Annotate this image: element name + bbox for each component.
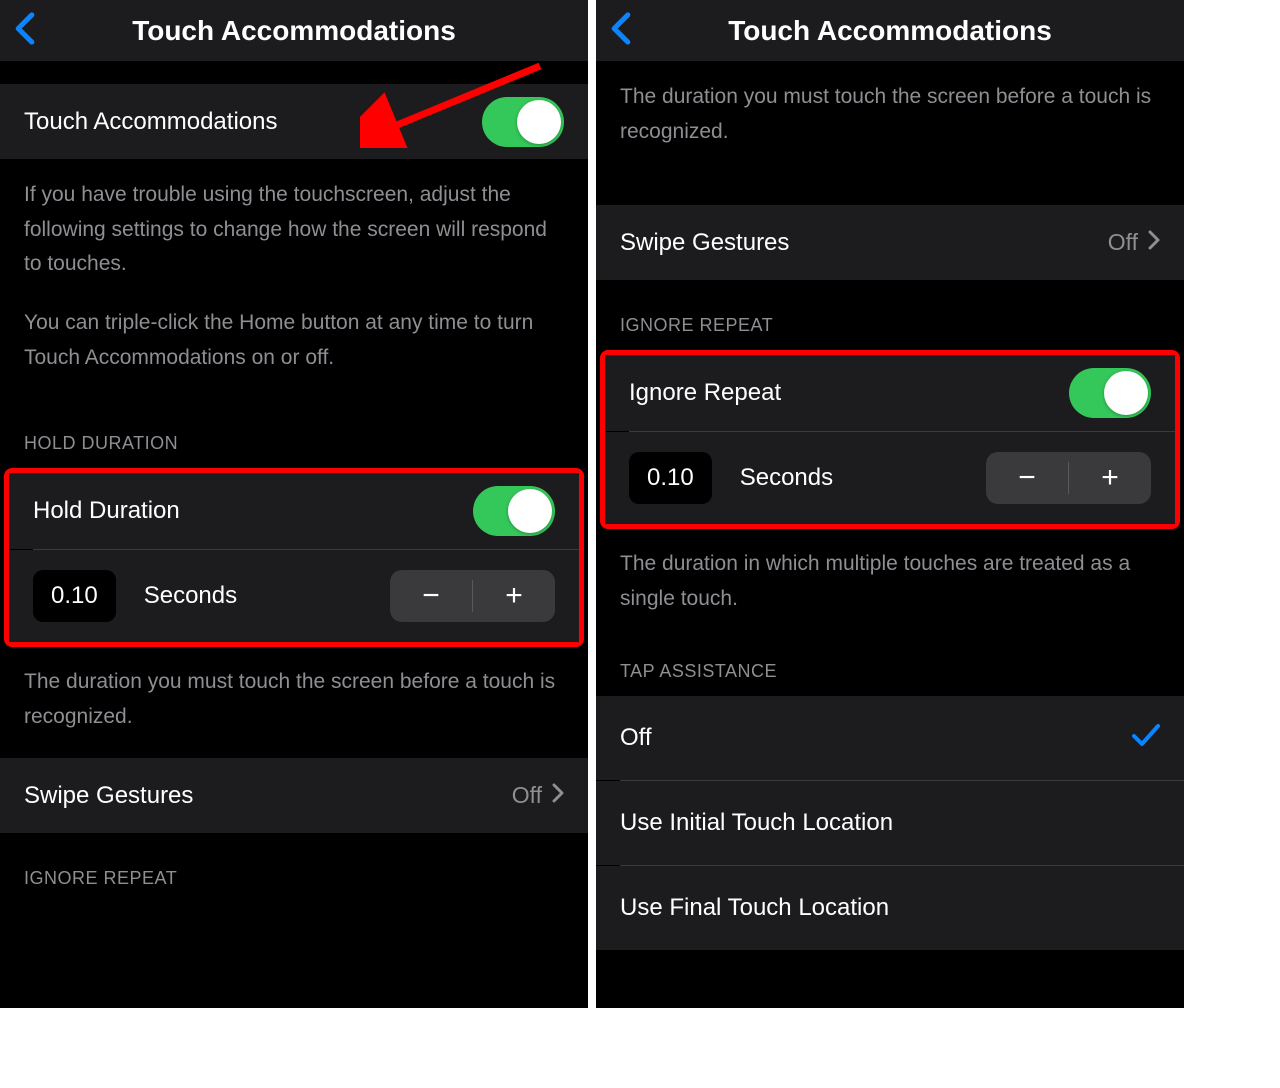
hold-duration-footer: The duration you must touch the screen b… <box>0 647 588 758</box>
hold-duration-stepper-row: 0.10 Seconds − + <box>9 550 579 642</box>
hold-duration-highlight: Hold Duration 0.10 Seconds − + <box>4 468 584 647</box>
tap-assistance-final-row[interactable]: Use Final Touch Location <box>596 866 1184 950</box>
tap-assistance-option-label: Use Final Touch Location <box>620 894 889 922</box>
ignore-repeat-row: Ignore Repeat <box>605 355 1175 431</box>
stepper-plus-button[interactable]: + <box>473 570 555 622</box>
hold-duration-toggle[interactable] <box>473 486 555 536</box>
tap-assistance-option-label: Use Initial Touch Location <box>620 809 893 837</box>
ignore-repeat-highlight: Ignore Repeat 0.10 Seconds − + <box>600 350 1180 529</box>
swipe-gestures-row[interactable]: Swipe Gestures Off <box>0 758 588 834</box>
hold-duration-stepper: − + <box>390 570 555 622</box>
swipe-gestures-value: Off <box>512 782 564 809</box>
stepper-plus-button[interactable]: + <box>1069 452 1151 504</box>
stepper-minus-button[interactable]: − <box>390 570 472 622</box>
ignore-repeat-unit: Seconds <box>740 464 958 492</box>
ignore-repeat-stepper: − + <box>986 452 1151 504</box>
hold-duration-header: HOLD DURATION <box>0 399 588 468</box>
touch-accommodations-row: Touch Accommodations <box>0 84 588 160</box>
back-icon[interactable] <box>14 11 36 50</box>
chevron-right-icon <box>552 782 564 809</box>
left-screenshot: Touch Accommodations Touch Accommodation… <box>0 0 588 1008</box>
ignore-repeat-header: IGNORE REPEAT <box>596 281 1184 350</box>
tap-assistance-header: TAP ASSISTANCE <box>596 641 1184 696</box>
ignore-repeat-toggle[interactable] <box>1069 368 1151 418</box>
intro-footer-1: If you have trouble using the touchscree… <box>0 160 588 306</box>
chevron-right-icon <box>1148 229 1160 256</box>
ignore-repeat-label: Ignore Repeat <box>629 379 781 407</box>
back-icon[interactable] <box>610 11 632 50</box>
hold-duration-footer-right: The duration you must touch the screen b… <box>596 62 1184 173</box>
ignore-repeat-footer: The duration in which multiple touches a… <box>596 529 1184 640</box>
page-title: Touch Accommodations <box>596 15 1184 47</box>
ignore-repeat-stepper-row: 0.10 Seconds − + <box>605 432 1175 524</box>
ignore-repeat-value-input[interactable]: 0.10 <box>629 452 712 504</box>
ignore-repeat-header: IGNORE REPEAT <box>0 834 588 903</box>
swipe-gestures-label: Swipe Gestures <box>620 229 789 257</box>
nav-header: Touch Accommodations <box>596 0 1184 62</box>
swipe-gestures-row[interactable]: Swipe Gestures Off <box>596 205 1184 281</box>
intro-footer-2: You can triple-click the Home button at … <box>0 306 588 399</box>
touch-accommodations-toggle[interactable] <box>482 97 564 147</box>
hold-duration-label: Hold Duration <box>33 497 180 525</box>
swipe-gestures-label: Swipe Gestures <box>24 782 193 810</box>
tap-assistance-off-row[interactable]: Off <box>596 696 1184 780</box>
touch-accommodations-label: Touch Accommodations <box>24 108 277 136</box>
right-screenshot: Touch Accommodations The duration you mu… <box>596 0 1184 1008</box>
hold-duration-unit: Seconds <box>144 582 362 610</box>
tap-assistance-option-label: Off <box>620 724 652 752</box>
swipe-gestures-value: Off <box>1108 229 1160 256</box>
checkmark-icon <box>1132 721 1160 755</box>
nav-header: Touch Accommodations <box>0 0 588 62</box>
tap-assistance-initial-row[interactable]: Use Initial Touch Location <box>596 781 1184 865</box>
hold-duration-value-input[interactable]: 0.10 <box>33 570 116 622</box>
page-title: Touch Accommodations <box>0 15 588 47</box>
stepper-minus-button[interactable]: − <box>986 452 1068 504</box>
hold-duration-row: Hold Duration <box>9 473 579 549</box>
